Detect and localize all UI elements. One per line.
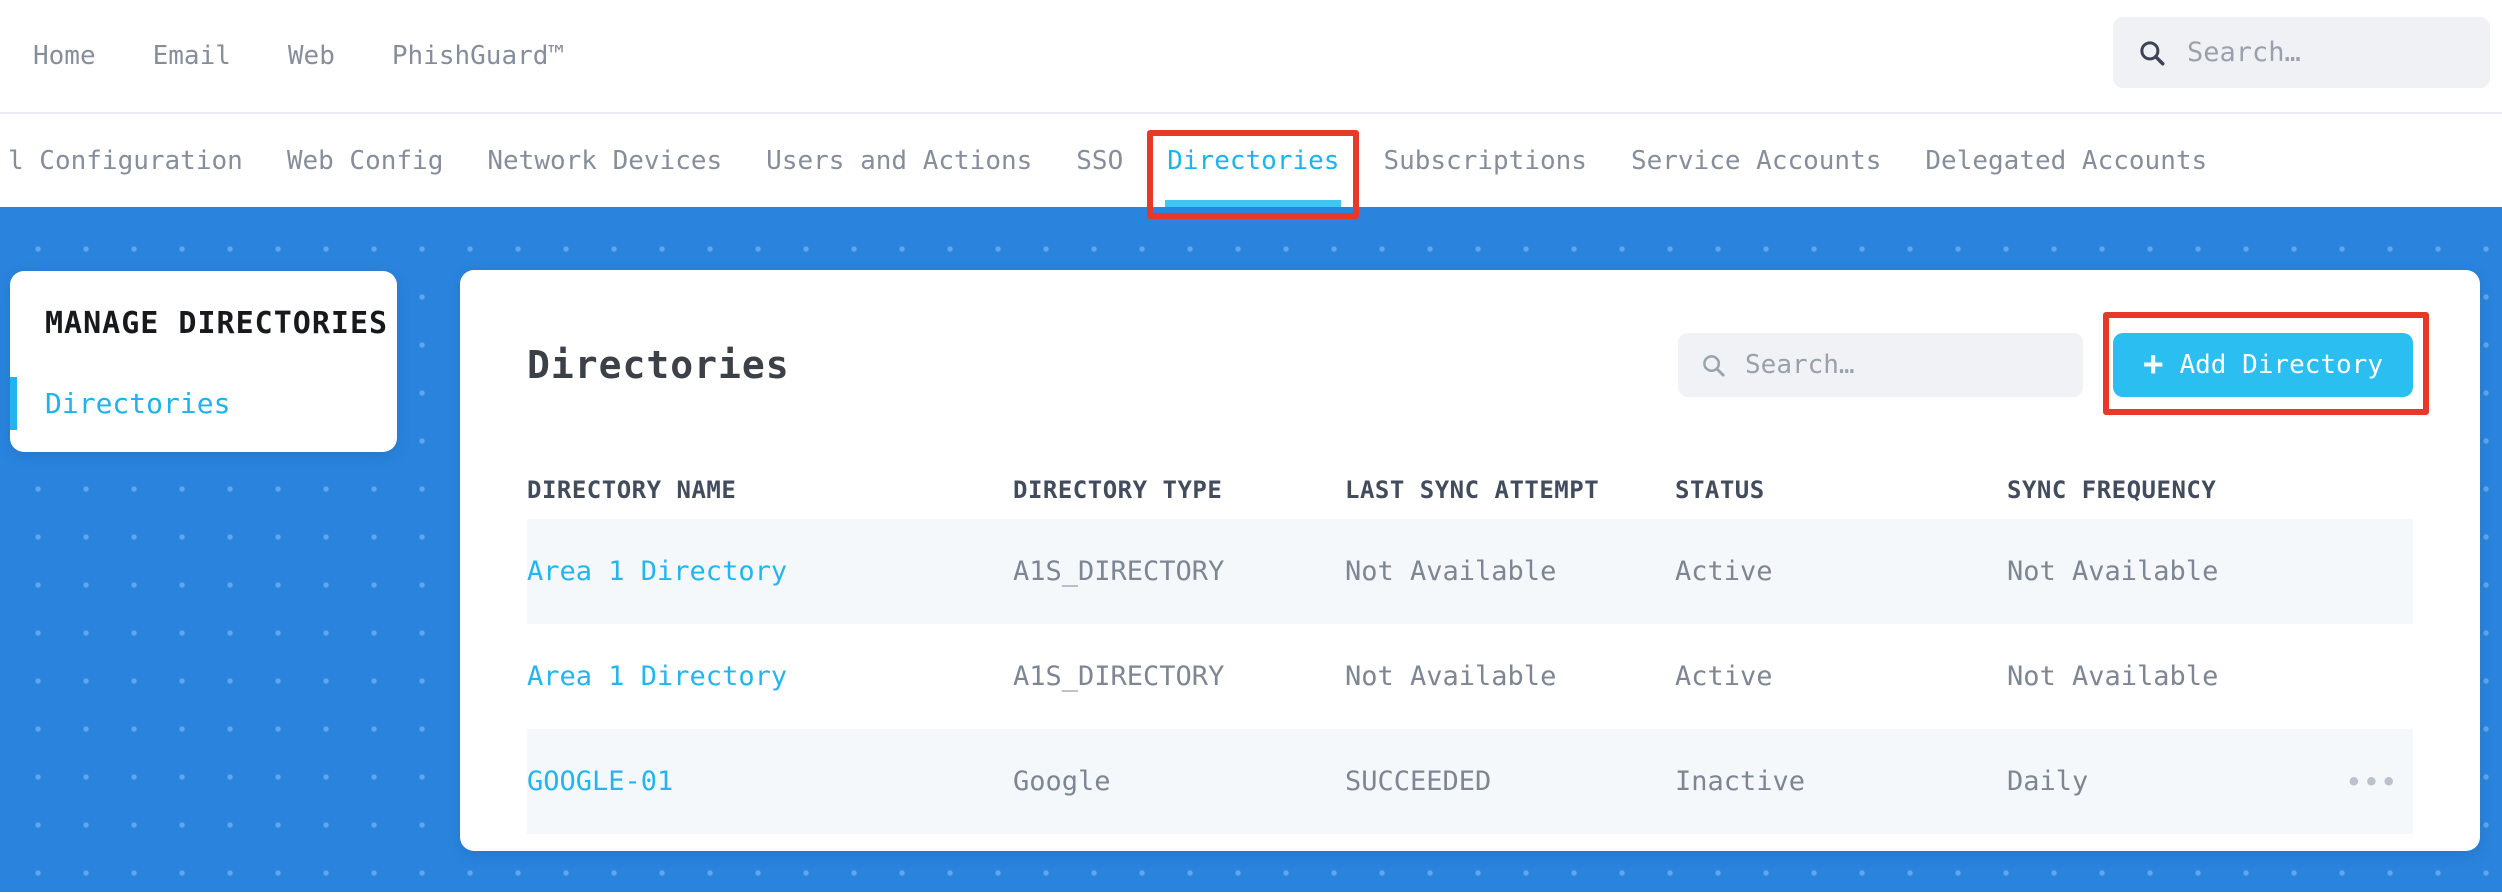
subnav-tab-label: l Configuration [8,145,243,176]
subnav-tab-label: Web Config [286,145,444,176]
subnav-tab[interactable]: Service Accounts [1631,114,1881,207]
topnav-item[interactable]: Home [33,41,96,71]
search-icon [2137,38,2167,68]
sync-frequency-cell: Not Available [2007,661,2219,692]
card-nav-item[interactable]: Directories [10,377,397,430]
topnav-item[interactable]: Email [153,41,231,71]
subnav-tab-label: Network Devices [487,145,723,176]
topnav-item-label: Web [287,41,335,71]
sync-frequency-cell: Daily [2007,766,2089,797]
topnav-item-label: Email [152,41,231,71]
directory-type-cell: A1S_DIRECTORY [1013,556,1225,587]
subnav-tab[interactable]: Network Devices [487,114,722,207]
column-header-directory-name: DIRECTORY NAME [527,475,737,504]
subnav-tab-label: Subscriptions [1383,145,1587,176]
topnav-item-label: Home [33,41,96,71]
ellipsis-menu-icon[interactable]: ••• [2347,768,2399,796]
manage-directories-card: MANAGE DIRECTORIES Directories [10,271,397,452]
directories-search[interactable] [1678,333,2084,397]
add-directory-button-wrap: + Add Directory [2103,312,2429,415]
subnav-tab-label: Users and Actions [766,145,1033,176]
status-cell: Inactive [1675,766,1806,797]
last-sync-cell: Not Available [1345,661,1557,692]
status-cell: Active [1675,661,1773,692]
directories-panel: Directories + Add Directory [460,270,2480,851]
directories-search-input[interactable] [1745,350,2062,380]
directory-type-cell: Google [1013,766,1111,797]
panel-controls: + Add Directory [1678,312,2429,415]
subnav-tab-label: Directories [1167,145,1340,176]
active-tab-underline [1165,200,1342,207]
global-search[interactable] [2113,17,2490,88]
add-directory-button[interactable]: + Add Directory [2113,333,2413,397]
table-row: Area 1 Directory A1S_DIRECTORY Not Avail… [527,624,2413,729]
plus-icon: + [2143,343,2164,384]
subnav-tab[interactable]: Users and Actions [766,114,1032,207]
column-header-sync-frequency: SYNC FREQUENCY [2007,475,2217,504]
subnav-tab-label: Service Accounts [1630,145,1882,176]
last-sync-cell: Not Available [1345,556,1557,587]
sync-frequency-cell: Not Available [2007,556,2219,587]
topnav-item[interactable]: Web [288,41,335,71]
card-heading: MANAGE DIRECTORIES [45,306,389,341]
topnav-item[interactable]: PhishGuard™ [392,41,564,71]
topnav-item-label: PhishGuard™ [391,41,565,71]
row-actions-cell: ••• [2307,766,2413,797]
workspace-background: MANAGE DIRECTORIES Directories Directori… [0,207,2502,892]
search-icon [1700,352,1727,379]
column-header-directory-type: DIRECTORY TYPE [1013,475,1223,504]
column-header-status: STATUS [1675,475,1765,504]
directories-table: DIRECTORY NAME DIRECTORY TYPE LAST SYNC … [527,460,2413,834]
last-sync-cell: SUCCEEDED [1345,766,1492,797]
subnav-tab-label: Delegated Accounts [1925,145,2208,176]
subnav-tab[interactable]: Subscriptions [1383,114,1587,207]
directory-name-link[interactable]: Area 1 Directory [527,661,1013,692]
subnav-tab[interactable]: l Configuration [8,114,243,207]
page-title: Directories [527,343,790,387]
subnav-tab[interactable]: Directories [1147,114,1360,219]
panel-header: Directories + Add Directory [527,270,2429,460]
subnav-tab[interactable]: Web Config [287,114,444,207]
directory-name-link[interactable]: Area 1 Directory [527,556,1013,587]
subnav-tab[interactable]: SSO [1076,114,1123,207]
add-directory-button-label: Add Directory [2179,350,2384,380]
table-row: Area 1 Directory A1S_DIRECTORY Not Avail… [527,519,2413,624]
top-navigation: Home Email Web PhishGuard™ [0,0,2502,112]
card-nav-item-label: Directories [45,387,231,420]
table-body: Area 1 Directory A1S_DIRECTORY Not Avail… [527,519,2413,834]
subnav-tab-label: SSO [1076,145,1124,176]
status-cell: Active [1675,556,1773,587]
directory-name-link[interactable]: GOOGLE-01 [527,766,1013,797]
directory-type-cell: A1S_DIRECTORY [1013,661,1225,692]
subnav-tab[interactable]: Delegated Accounts [1925,114,2207,207]
column-header-last-sync: LAST SYNC ATTEMPT [1345,475,1600,504]
table-row: GOOGLE-01 Google SUCCEEDED Inactive Dail… [527,729,2413,834]
global-search-input[interactable] [2187,37,2466,68]
settings-sub-navigation: l Configuration Web Config Network Devic… [0,112,2502,219]
table-header-row: DIRECTORY NAME DIRECTORY TYPE LAST SYNC … [527,460,2413,519]
